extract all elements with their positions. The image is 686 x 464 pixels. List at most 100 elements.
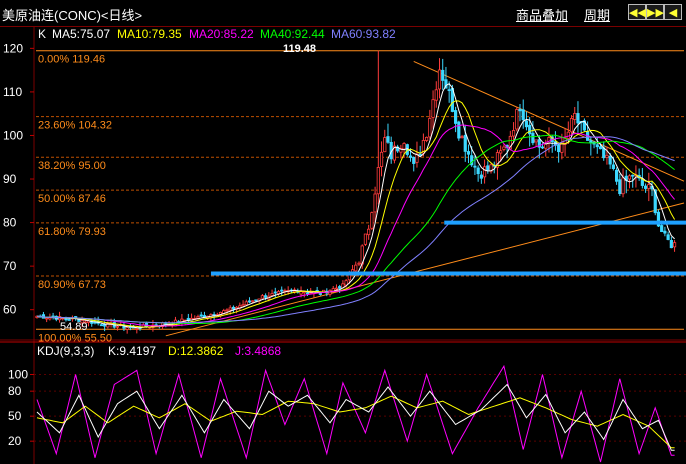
kdj-label: KDJ(9,3,3) — [37, 344, 95, 358]
candle-body — [241, 304, 245, 307]
candle-body — [569, 117, 574, 133]
candle-body — [463, 135, 467, 152]
candle-body — [605, 154, 609, 158]
kdj-indicator — [36, 364, 675, 463]
candle-body — [357, 262, 361, 265]
kdj-j-line — [36, 364, 675, 463]
candle-body — [418, 153, 422, 156]
candle-body — [386, 136, 390, 143]
candle-body — [270, 293, 274, 296]
ma40-line — [36, 134, 675, 324]
candle-body — [367, 228, 371, 236]
kdj-k-line — [36, 383, 675, 451]
candle-body — [486, 165, 490, 171]
candle-body — [379, 151, 384, 167]
kdj-j-value: J:3.4868 — [235, 344, 282, 358]
candle-body — [228, 307, 232, 311]
candle-body — [576, 113, 580, 124]
price-tick-label: 70 — [3, 259, 17, 273]
low-price-label: 54.89 — [60, 321, 88, 333]
candle-body — [528, 124, 532, 135]
candle-body — [135, 328, 139, 330]
candle-body — [225, 309, 229, 312]
price-tick-label: 90 — [3, 172, 17, 186]
candle-body — [521, 109, 525, 121]
candle-body — [244, 301, 248, 306]
candle-body — [618, 179, 622, 195]
trend-lines — [165, 60, 685, 337]
candle-body — [373, 193, 377, 213]
candle-body — [631, 174, 635, 177]
price-tick-label: 120 — [3, 41, 23, 55]
candle-body — [125, 327, 129, 330]
candle-body — [273, 291, 277, 294]
support-lines — [210, 220, 686, 276]
candle-body — [663, 230, 667, 234]
candle-body — [598, 146, 603, 150]
candle-body — [280, 289, 284, 292]
fibonacci-retracement: 0.00% 119.46 23.60% 104.32 38.20% 95.00 50.… — [36, 50, 684, 344]
candle-body — [45, 317, 49, 320]
candle-body — [196, 316, 200, 319]
candle-body — [595, 144, 599, 148]
kdj-tick-label: 100 — [8, 368, 28, 382]
candle-body — [608, 155, 612, 165]
candle-body — [621, 177, 625, 195]
candle-body — [660, 225, 664, 233]
candle-body — [460, 136, 464, 139]
price-tick-label: 110 — [3, 85, 22, 99]
candle-body — [434, 89, 438, 101]
fib-level-label: 100.00% 55.50 — [38, 332, 112, 344]
candle-body — [338, 286, 342, 289]
price-tick-label: 60 — [3, 303, 17, 317]
candle-body — [502, 146, 506, 150]
candle-body — [473, 165, 477, 168]
candle-body — [453, 110, 458, 124]
candle-body — [457, 121, 461, 139]
candle-body — [573, 112, 577, 120]
candle-body — [370, 212, 374, 229]
price-chart[interactable]: 120 110 100 90 80 70 60 0.00% 119.46 23.60% 104… — [0, 0, 686, 464]
candle-body — [482, 166, 487, 178]
candle-body — [264, 295, 268, 298]
candle-body — [231, 306, 236, 310]
candle-body — [518, 109, 522, 112]
candle-body — [466, 151, 471, 155]
candle-body — [354, 264, 358, 272]
fib-level-label: 50.00% 87.46 — [38, 193, 106, 205]
candle-body — [64, 318, 68, 321]
candle-body — [199, 314, 203, 317]
kdj-tick-label: 80 — [8, 384, 22, 398]
candle-body — [643, 185, 648, 189]
candle-body — [672, 242, 677, 248]
candle-body — [531, 132, 535, 144]
candle-body — [515, 109, 519, 130]
candle-body — [344, 280, 348, 286]
fib-level-label: 0.00% 119.46 — [38, 54, 105, 66]
candle-body — [302, 291, 306, 294]
candle-body — [669, 240, 673, 249]
candle-body — [115, 325, 120, 328]
candle-body — [499, 150, 503, 154]
candle-body — [305, 292, 310, 295]
candle-body — [260, 295, 265, 299]
candle-body — [383, 137, 387, 153]
high-price-label: 119.48 — [283, 43, 316, 55]
candle-body — [647, 184, 651, 189]
ma20-line — [36, 124, 675, 327]
candle-body — [428, 117, 432, 138]
candle-body — [408, 155, 413, 158]
candle-body — [402, 143, 406, 150]
candle-body — [447, 89, 451, 92]
fib-level-label: 61.80% 79.93 — [38, 226, 106, 238]
fib-level-label: 80.90% 67.73 — [38, 279, 106, 291]
price-axis: 120 110 100 90 80 70 60 — [3, 41, 34, 317]
candle-body — [412, 157, 416, 164]
kdj-tick-label: 50 — [8, 409, 22, 423]
candle-body — [557, 144, 561, 153]
candle-body — [437, 69, 442, 90]
candle-body — [376, 167, 380, 195]
kdj-d-line — [36, 395, 675, 449]
candle-body — [251, 300, 255, 303]
candle-body — [666, 234, 670, 240]
